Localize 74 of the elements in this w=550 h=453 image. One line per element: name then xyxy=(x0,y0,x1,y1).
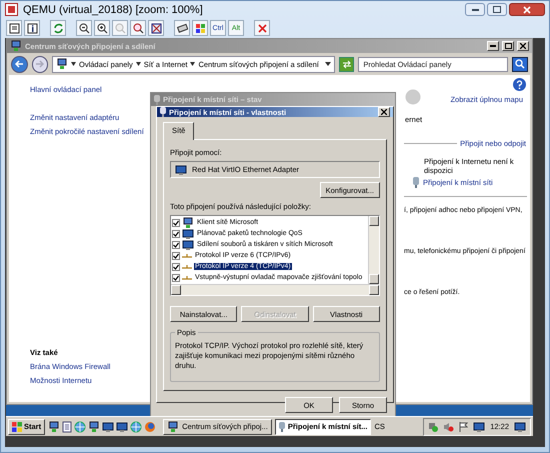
checkbox[interactable] xyxy=(172,218,180,226)
checkbox[interactable] xyxy=(172,240,180,248)
forward-button[interactable] xyxy=(32,56,48,72)
monitor-icon xyxy=(514,420,526,432)
horizontal-scrollbar[interactable] xyxy=(171,284,379,295)
adapter-icon xyxy=(154,94,160,104)
mouse-button[interactable] xyxy=(174,20,190,36)
minimize-button[interactable] xyxy=(465,3,485,16)
magnifier-icon xyxy=(132,22,144,34)
network-icon xyxy=(428,422,438,432)
connector-icon xyxy=(182,274,192,282)
help-icon[interactable] xyxy=(513,78,526,91)
network-icon xyxy=(88,420,100,432)
info-button[interactable] xyxy=(24,20,40,36)
connector-icon xyxy=(182,262,192,270)
caret-icon xyxy=(190,62,196,66)
reset-button[interactable] xyxy=(50,20,66,36)
minimize-icon xyxy=(490,45,496,47)
qemu-logo-icon xyxy=(5,3,18,16)
fullscreen-button[interactable] xyxy=(148,20,164,36)
monitor-icon xyxy=(182,238,194,250)
close-icon xyxy=(523,6,531,14)
minimize-icon xyxy=(472,8,478,12)
document-icon xyxy=(62,420,72,432)
caret-icon xyxy=(136,62,141,66)
maximize-button[interactable] xyxy=(487,3,507,16)
search-button[interactable] xyxy=(512,56,528,72)
checkbox[interactable] xyxy=(172,262,180,270)
properties-button[interactable] xyxy=(6,20,22,36)
window-title: QEMU (virtual_20188) [zoom: 100%] xyxy=(23,4,204,16)
monitor-icon xyxy=(102,420,114,432)
monitor-icon xyxy=(182,228,194,240)
adapter-icon xyxy=(278,422,285,432)
info-icon xyxy=(26,22,38,34)
windows-flag-icon xyxy=(12,422,22,432)
monitor-icon xyxy=(473,420,486,432)
network-icon xyxy=(167,420,180,432)
maximize-icon xyxy=(493,6,501,14)
monitor-icon xyxy=(116,420,128,432)
network-icon xyxy=(56,58,68,70)
document-icon xyxy=(8,22,20,34)
vertical-scrollbar[interactable] xyxy=(368,216,379,284)
checkbox[interactable] xyxy=(172,230,180,238)
zoom-fit-button[interactable] xyxy=(130,20,146,36)
window-button[interactable] xyxy=(192,20,208,36)
zoom-out-icon xyxy=(78,22,90,34)
adapter-icon xyxy=(412,177,420,188)
back-button[interactable] xyxy=(11,56,28,72)
fullscreen-icon xyxy=(150,22,162,34)
zoom-in-icon xyxy=(96,22,108,34)
network-icon xyxy=(10,40,22,52)
back-arrow-icon xyxy=(14,60,24,68)
checkbox[interactable] xyxy=(172,252,180,260)
search-icon xyxy=(515,59,526,69)
close-icon xyxy=(381,109,387,115)
caret-icon xyxy=(71,62,76,66)
refresh-icon xyxy=(52,22,64,34)
zoom-out-button[interactable] xyxy=(76,20,92,36)
maximize-icon xyxy=(504,43,512,49)
refresh-icon xyxy=(342,60,352,68)
close-button[interactable] xyxy=(509,3,545,16)
refresh-button[interactable] xyxy=(338,56,354,72)
checkbox[interactable] xyxy=(172,274,180,282)
zoom-in-button[interactable] xyxy=(94,20,110,36)
dropdown-caret-icon xyxy=(324,62,331,66)
adapter-icon xyxy=(160,107,166,117)
close-icon xyxy=(520,43,526,49)
monitor-icon xyxy=(175,164,187,176)
power-off-button[interactable] xyxy=(254,20,270,36)
speaker-muted-icon xyxy=(443,422,454,432)
close-icon xyxy=(258,24,266,33)
connector-icon xyxy=(182,252,192,260)
forward-arrow-icon xyxy=(35,60,44,68)
magnifier-icon xyxy=(114,22,126,34)
